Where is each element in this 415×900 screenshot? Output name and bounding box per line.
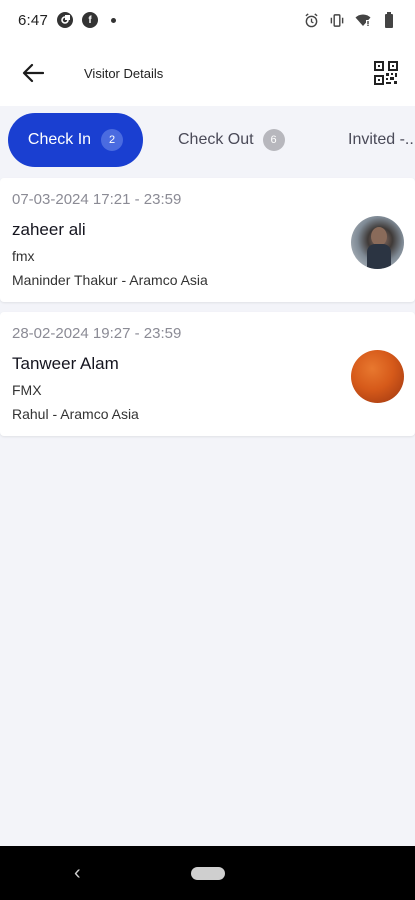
facebook-icon: f: [82, 12, 98, 28]
avatar-shirt: [367, 244, 391, 269]
visitor-name: Tanweer Alam: [12, 354, 119, 373]
wifi-icon: [355, 12, 371, 28]
visitor-host: Rahul - Aramco Asia: [12, 406, 139, 422]
dot-icon: [111, 17, 116, 23]
tab-check-out-label: Check Out: [178, 131, 254, 148]
arrow-left-icon: [22, 63, 44, 83]
visitor-name: zaheer ali: [12, 220, 86, 239]
tab-invited-label: Invited -...: [348, 131, 415, 148]
tab-check-in-count-badge: 2: [101, 129, 124, 151]
visitor-host: Maninder Thakur - Aramco Asia: [12, 272, 208, 288]
tab-check-in[interactable]: Check In 2: [8, 113, 143, 167]
tab-check-in-label: Check In: [27, 131, 92, 148]
nav-back-button[interactable]: ‹: [74, 862, 88, 884]
battery-icon: [381, 12, 397, 28]
app-bar: Visitor Details: [0, 40, 415, 106]
back-button[interactable]: [20, 60, 46, 86]
page-title: Visitor Details: [84, 66, 164, 81]
visitor-company: fmx: [12, 248, 35, 264]
vibrate-icon: [329, 12, 345, 28]
visitor-card[interactable]: 28-02-2024 19:27 - 23:59 Tanweer Alam FM…: [0, 312, 415, 436]
tab-invited[interactable]: Invited -...: [348, 113, 415, 167]
qr-code-button[interactable]: [374, 61, 398, 85]
visitor-avatar: [351, 350, 404, 403]
qr-code-icon: [374, 61, 398, 85]
visitor-company: FMX: [12, 382, 42, 398]
visitor-avatar: [351, 216, 404, 269]
status-time: 6:47: [18, 11, 48, 29]
visitor-card[interactable]: 07-03-2024 17:21 - 23:59 zaheer ali fmx …: [0, 178, 415, 302]
tab-check-out-count-badge: 6: [262, 129, 285, 151]
visit-time-range: 28-02-2024 19:27 - 23:59: [12, 325, 182, 342]
alarm-icon: [303, 12, 319, 28]
status-left: 6:47 f: [18, 12, 116, 29]
visitor-status-tabs: Check In 2 Check Out 6 Invited -...: [0, 106, 415, 176]
status-right: [303, 12, 397, 28]
status-bar: 6:47 f: [0, 0, 415, 40]
tab-check-out[interactable]: Check Out 6: [178, 113, 285, 167]
system-nav-bar: ‹: [0, 846, 415, 900]
visit-time-range: 07-03-2024 17:21 - 23:59: [12, 191, 182, 208]
nav-home-pill[interactable]: [191, 867, 225, 880]
app-notification-icon: [57, 12, 73, 28]
